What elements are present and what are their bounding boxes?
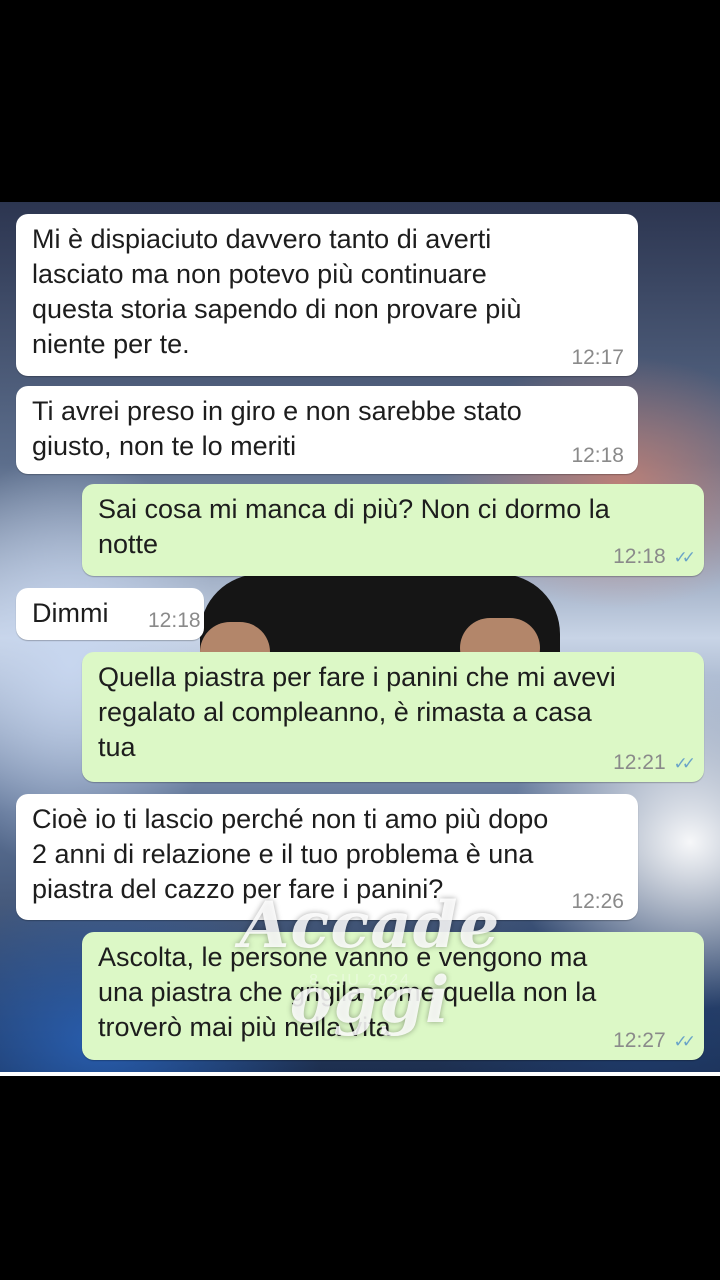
message-bubble-incoming: Dimmi 12:18 bbox=[16, 588, 204, 640]
message-text: Sai cosa mi manca di più? Non ci dormo l… bbox=[98, 494, 610, 559]
double-check-icon: ✓✓ bbox=[673, 1032, 696, 1051]
message-time: 12:17 bbox=[571, 346, 624, 369]
message-meta: 12:27 ✓✓ bbox=[613, 1029, 696, 1054]
message-text: Ascolta, le persone vanno e vengono ma u… bbox=[98, 942, 597, 1042]
message-text: Ti avrei preso in giro e non sarebbe sta… bbox=[32, 396, 522, 461]
message-meta: 12:18 ✓✓ bbox=[613, 545, 696, 570]
message-time: 12:21 bbox=[613, 751, 666, 774]
message-text: Cioè io ti lascio perché non ti amo più … bbox=[32, 804, 549, 904]
double-check-icon: ✓✓ bbox=[673, 548, 696, 567]
message-time: 12:18 bbox=[613, 545, 666, 568]
double-check-icon: ✓✓ bbox=[673, 754, 696, 773]
message-time: 12:18 bbox=[571, 444, 624, 467]
message-time: 12:18 bbox=[148, 609, 201, 632]
message-bubble-outgoing: Sai cosa mi manca di più? Non ci dormo l… bbox=[82, 484, 704, 576]
message-time: 12:26 bbox=[571, 890, 624, 913]
message-text: Quella piastra per fare i panini che mi … bbox=[98, 662, 616, 762]
message-bubble-incoming: Mi è dispiaciuto davvero tanto di averti… bbox=[16, 214, 638, 376]
message-bubble-outgoing: Quella piastra per fare i panini che mi … bbox=[82, 652, 704, 782]
chat-screenshot: Mi è dispiaciuto davvero tanto di averti… bbox=[0, 202, 720, 1074]
divider bbox=[0, 1072, 720, 1076]
message-bubble-incoming: Cioè io ti lascio perché non ti amo più … bbox=[16, 794, 638, 920]
message-meta: 12:21 ✓✓ bbox=[613, 751, 696, 776]
message-bubble-incoming: Ti avrei preso in giro e non sarebbe sta… bbox=[16, 386, 638, 474]
message-bubble-outgoing: Ascolta, le persone vanno e vengono ma u… bbox=[82, 932, 704, 1060]
message-time: 12:27 bbox=[613, 1029, 666, 1052]
message-text: Mi è dispiaciuto davvero tanto di averti… bbox=[32, 224, 522, 359]
watermark-date: 8 GIU 2024 bbox=[309, 972, 411, 989]
